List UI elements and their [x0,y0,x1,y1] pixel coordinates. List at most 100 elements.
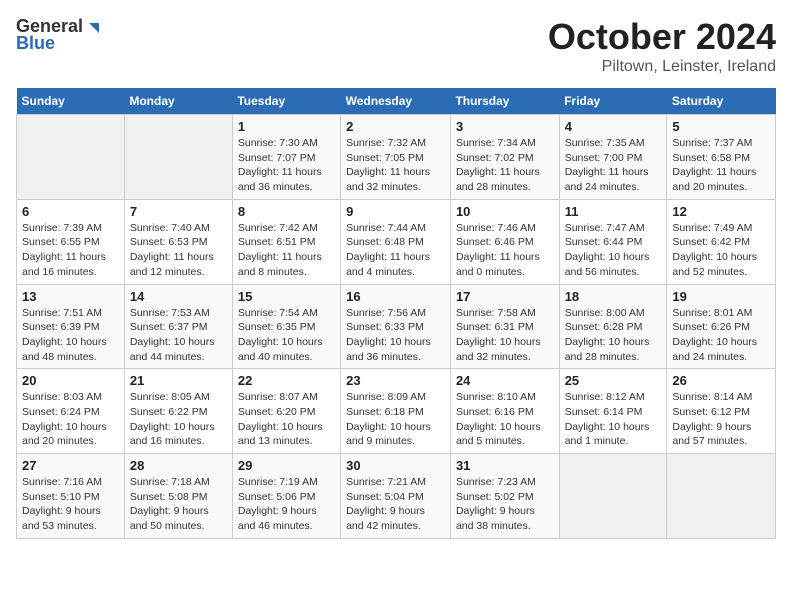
day-number: 7 [130,204,227,219]
day-info: Sunrise: 7:39 AM Sunset: 6:55 PM Dayligh… [22,221,119,280]
calendar-cell: 16Sunrise: 7:56 AM Sunset: 6:33 PM Dayli… [341,284,451,369]
header-monday: Monday [124,88,232,115]
header-saturday: Saturday [667,88,776,115]
day-number: 15 [238,289,335,304]
calendar-cell: 12 Sunrise: 7:49 AM Sunset: 6:42 PM Dayli… [667,199,776,284]
calendar-cell: 31 Sunrise: 7:23 AM Sunset: 5:02 PM Dayli… [450,454,559,539]
calendar-cell: 20 Sunrise: 8:03 AM Sunset: 6:24 PM Dayli… [17,369,125,454]
day-info: Sunrise: 7:21 AM Sunset: 5:04 PM Dayligh… [346,475,445,534]
calendar-cell: 23 Sunrise: 8:09 AM Sunset: 6:18 PM Dayli… [341,369,451,454]
calendar-cell [124,115,232,200]
day-number: 4 [565,119,662,134]
calendar-cell: 26 Sunrise: 8:14 AM Sunset: 6:12 PM Dayli… [667,369,776,454]
page-title: October 2024 [548,16,776,58]
calendar-week-2: 13Sunrise: 7:51 AM Sunset: 6:39 PM Dayli… [17,284,776,369]
day-number: 14 [130,289,227,304]
title-block: October 2024 Piltown, Leinster, Ireland [548,16,776,76]
calendar-cell: 30Sunrise: 7:21 AM Sunset: 5:04 PM Dayli… [341,454,451,539]
day-number: 17 [456,289,554,304]
calendar-cell: 2Sunrise: 7:32 AM Sunset: 7:05 PM Daylig… [341,115,451,200]
day-info: Sunrise: 7:58 AM Sunset: 6:31 PM Dayligh… [456,306,554,365]
header-friday: Friday [559,88,667,115]
day-number: 26 [672,373,770,388]
calendar-header: Sunday Monday Tuesday Wednesday Thursday… [17,88,776,115]
day-number: 1 [238,119,335,134]
calendar-cell: 21 Sunrise: 8:05 AM Sunset: 6:22 PM Dayli… [124,369,232,454]
day-info: Sunrise: 7:19 AM Sunset: 5:06 PM Dayligh… [238,475,335,534]
calendar-cell: 18 Sunrise: 8:00 AM Sunset: 6:28 PM Dayli… [559,284,667,369]
day-info: Sunrise: 7:46 AM Sunset: 6:46 PM Dayligh… [456,221,554,280]
day-number: 5 [672,119,770,134]
header-tuesday: Tuesday [232,88,340,115]
calendar-cell: 17 Sunrise: 7:58 AM Sunset: 6:31 PM Dayli… [450,284,559,369]
day-number: 23 [346,373,445,388]
calendar-cell: 19 Sunrise: 8:01 AM Sunset: 6:26 PM Dayli… [667,284,776,369]
day-info: Sunrise: 7:34 AM Sunset: 7:02 PM Dayligh… [456,136,554,195]
day-info: Sunrise: 8:07 AM Sunset: 6:20 PM Dayligh… [238,390,335,449]
calendar-cell: 11Sunrise: 7:47 AM Sunset: 6:44 PM Dayli… [559,199,667,284]
day-number: 25 [565,373,662,388]
calendar-table: Sunday Monday Tuesday Wednesday Thursday… [16,88,776,539]
calendar-week-0: 1 Sunrise: 7:30 AM Sunset: 7:07 PM Daylig… [17,115,776,200]
day-info: Sunrise: 7:18 AM Sunset: 5:08 PM Dayligh… [130,475,227,534]
day-number: 28 [130,458,227,473]
day-info: Sunrise: 7:30 AM Sunset: 7:07 PM Dayligh… [238,136,335,195]
day-number: 27 [22,458,119,473]
calendar-cell: 3 Sunrise: 7:34 AM Sunset: 7:02 PM Daylig… [450,115,559,200]
day-number: 31 [456,458,554,473]
day-number: 9 [346,204,445,219]
calendar-week-1: 6Sunrise: 7:39 AM Sunset: 6:55 PM Daylig… [17,199,776,284]
day-info: Sunrise: 8:10 AM Sunset: 6:16 PM Dayligh… [456,390,554,449]
day-info: Sunrise: 8:05 AM Sunset: 6:22 PM Dayligh… [130,390,227,449]
day-number: 10 [456,204,554,219]
calendar-cell: 29Sunrise: 7:19 AM Sunset: 5:06 PM Dayli… [232,454,340,539]
calendar-cell [667,454,776,539]
day-info: Sunrise: 7:42 AM Sunset: 6:51 PM Dayligh… [238,221,335,280]
header-wednesday: Wednesday [341,88,451,115]
day-number: 19 [672,289,770,304]
day-info: Sunrise: 7:49 AM Sunset: 6:42 PM Dayligh… [672,221,770,280]
day-info: Sunrise: 8:00 AM Sunset: 6:28 PM Dayligh… [565,306,662,365]
day-info: Sunrise: 8:03 AM Sunset: 6:24 PM Dayligh… [22,390,119,449]
calendar-cell: 14Sunrise: 7:53 AM Sunset: 6:37 PM Dayli… [124,284,232,369]
day-info: Sunrise: 7:32 AM Sunset: 7:05 PM Dayligh… [346,136,445,195]
calendar-cell: 24Sunrise: 8:10 AM Sunset: 6:16 PM Dayli… [450,369,559,454]
day-number: 12 [672,204,770,219]
calendar-cell: 25 Sunrise: 8:12 AM Sunset: 6:14 PM Dayli… [559,369,667,454]
day-info: Sunrise: 7:16 AM Sunset: 5:10 PM Dayligh… [22,475,119,534]
page-subtitle: Piltown, Leinster, Ireland [548,58,776,76]
day-number: 3 [456,119,554,134]
calendar-cell: 6Sunrise: 7:39 AM Sunset: 6:55 PM Daylig… [17,199,125,284]
calendar-cell: 13Sunrise: 7:51 AM Sunset: 6:39 PM Dayli… [17,284,125,369]
day-info: Sunrise: 7:35 AM Sunset: 7:00 PM Dayligh… [565,136,662,195]
day-info: Sunrise: 8:01 AM Sunset: 6:26 PM Dayligh… [672,306,770,365]
calendar-week-3: 20 Sunrise: 8:03 AM Sunset: 6:24 PM Dayli… [17,369,776,454]
calendar-cell: 4 Sunrise: 7:35 AM Sunset: 7:00 PM Daylig… [559,115,667,200]
calendar-week-4: 27 Sunrise: 7:16 AM Sunset: 5:10 PM Dayli… [17,454,776,539]
day-number: 13 [22,289,119,304]
day-info: Sunrise: 7:23 AM Sunset: 5:02 PM Dayligh… [456,475,554,534]
day-number: 18 [565,289,662,304]
logo: General Blue [16,16,103,54]
calendar-cell: 9 Sunrise: 7:44 AM Sunset: 6:48 PM Daylig… [341,199,451,284]
day-number: 16 [346,289,445,304]
day-info: Sunrise: 7:54 AM Sunset: 6:35 PM Dayligh… [238,306,335,365]
day-info: Sunrise: 7:37 AM Sunset: 6:58 PM Dayligh… [672,136,770,195]
calendar-cell: 7Sunrise: 7:40 AM Sunset: 6:53 PM Daylig… [124,199,232,284]
header-thursday: Thursday [450,88,559,115]
page-header: General Blue October 2024 Piltown, Leins… [16,16,776,76]
calendar-cell: 10 Sunrise: 7:46 AM Sunset: 6:46 PM Dayli… [450,199,559,284]
day-info: Sunrise: 7:44 AM Sunset: 6:48 PM Dayligh… [346,221,445,280]
day-info: Sunrise: 8:14 AM Sunset: 6:12 PM Dayligh… [672,390,770,449]
logo-icon [85,19,103,37]
calendar-cell: 22 Sunrise: 8:07 AM Sunset: 6:20 PM Dayli… [232,369,340,454]
day-number: 22 [238,373,335,388]
calendar-cell: 1 Sunrise: 7:30 AM Sunset: 7:07 PM Daylig… [232,115,340,200]
calendar-body: 1 Sunrise: 7:30 AM Sunset: 7:07 PM Daylig… [17,115,776,539]
header-sunday: Sunday [17,88,125,115]
day-number: 20 [22,373,119,388]
day-info: Sunrise: 8:09 AM Sunset: 6:18 PM Dayligh… [346,390,445,449]
calendar-cell [17,115,125,200]
day-info: Sunrise: 8:12 AM Sunset: 6:14 PM Dayligh… [565,390,662,449]
day-number: 21 [130,373,227,388]
